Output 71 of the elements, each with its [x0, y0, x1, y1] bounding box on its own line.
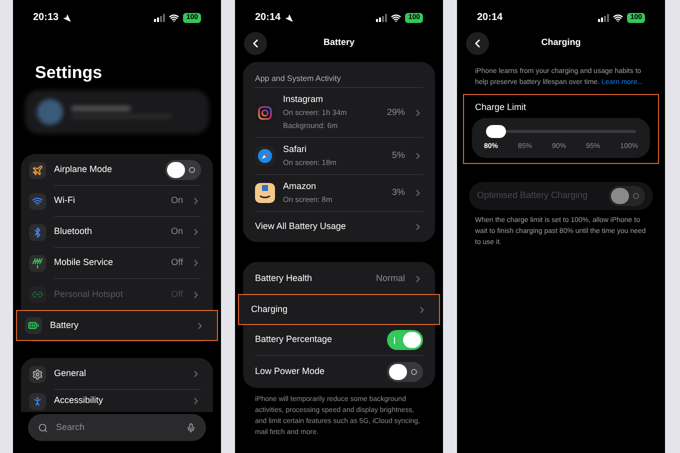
- section-label: Charge Limit: [475, 101, 528, 114]
- row-label: Optimised Battery Charging: [477, 189, 589, 202]
- box-app-icon: [255, 183, 275, 203]
- usage-percent: 3%: [392, 186, 405, 200]
- row-label: Battery Percentage: [255, 333, 334, 346]
- status-time: 20:14: [477, 11, 503, 25]
- battery-icon: [28, 320, 39, 331]
- row-label: Bluetooth: [54, 225, 94, 238]
- row-label: General: [54, 367, 88, 380]
- back-button[interactable]: [466, 32, 489, 54]
- antenna-icon: [32, 258, 43, 269]
- app-name: Safari: [283, 143, 308, 156]
- row-label: Battery Health: [255, 272, 314, 285]
- usage-percent: 29%: [386, 106, 405, 119]
- settings-row[interactable]: Battery: [16, 310, 218, 341]
- status-time: 20:14: [255, 11, 281, 25]
- row-label: Wi-Fi: [54, 194, 76, 208]
- view-all-row[interactable]: View All Battery Usage: [255, 212, 423, 242]
- row-value: Off: [171, 256, 183, 270]
- row-label: Low Power Mode: [255, 364, 326, 378]
- settings-row[interactable]: Charging: [238, 294, 440, 325]
- signal-icon: [376, 14, 388, 22]
- section-header: App and System Activity: [255, 72, 341, 84]
- usage-percent: 5%: [392, 149, 405, 162]
- search-icon: [38, 422, 48, 432]
- back-button[interactable]: [244, 32, 267, 54]
- airplane-icon: [32, 165, 43, 176]
- toggle-switch[interactable]: [387, 362, 423, 382]
- gear-icon: [32, 369, 43, 380]
- wifi-icon: [32, 196, 43, 207]
- signal-icon: [598, 14, 610, 22]
- wifi-icon: [391, 12, 402, 22]
- status-time: 20:13: [33, 11, 59, 25]
- page-title: Settings: [34, 62, 104, 84]
- row-label: View All Battery Usage: [255, 220, 347, 234]
- row-value: Normal: [376, 272, 405, 285]
- settings-row[interactable]: Bluetooth On: [21, 217, 213, 248]
- search-field[interactable]: Search: [28, 414, 206, 441]
- screen-title: Charging: [541, 36, 581, 50]
- row-label: Mobile Service: [54, 256, 114, 270]
- row-label: Battery: [50, 318, 80, 332]
- row-label: Personal Hotspot: [54, 288, 124, 301]
- app-name: Amazon: [283, 180, 318, 193]
- slider-thumb[interactable]: [486, 124, 506, 138]
- person-icon: [32, 396, 43, 406]
- settings-row[interactable]: Battery Percentage: [243, 325, 435, 356]
- wifi-icon: [613, 12, 624, 22]
- settings-row[interactable]: Battery Health Normal: [243, 263, 435, 294]
- row-label: Accessibility: [54, 394, 104, 408]
- row-label: Airplane Mode: [54, 163, 114, 176]
- app-name: Instagram: [283, 93, 324, 106]
- slider-track[interactable]: [486, 124, 636, 138]
- toggle-switch[interactable]: [165, 160, 201, 180]
- wifi-icon: [169, 12, 180, 22]
- microphone-icon: [186, 422, 196, 432]
- settings-row[interactable]: Mobile Service Off: [21, 248, 213, 279]
- bluetooth-icon: [32, 227, 43, 238]
- screen-title: Battery: [324, 36, 354, 50]
- settings-row[interactable]: Accessibility: [21, 390, 213, 412]
- toggle-switch[interactable]: [387, 330, 423, 350]
- settings-row[interactable]: Wi-Fi On: [21, 186, 213, 217]
- link-icon: [32, 289, 43, 300]
- compass-app-icon: [255, 146, 275, 166]
- signal-icon: [154, 14, 166, 22]
- settings-row[interactable]: Airplane Mode: [21, 155, 213, 186]
- row-label: Charging: [251, 302, 289, 316]
- row-value: On: [170, 225, 183, 238]
- row-value: On: [170, 194, 183, 208]
- settings-row[interactable]: Low Power Mode: [243, 356, 435, 387]
- settings-row[interactable]: General: [21, 359, 213, 390]
- search-input[interactable]: Search: [56, 420, 178, 434]
